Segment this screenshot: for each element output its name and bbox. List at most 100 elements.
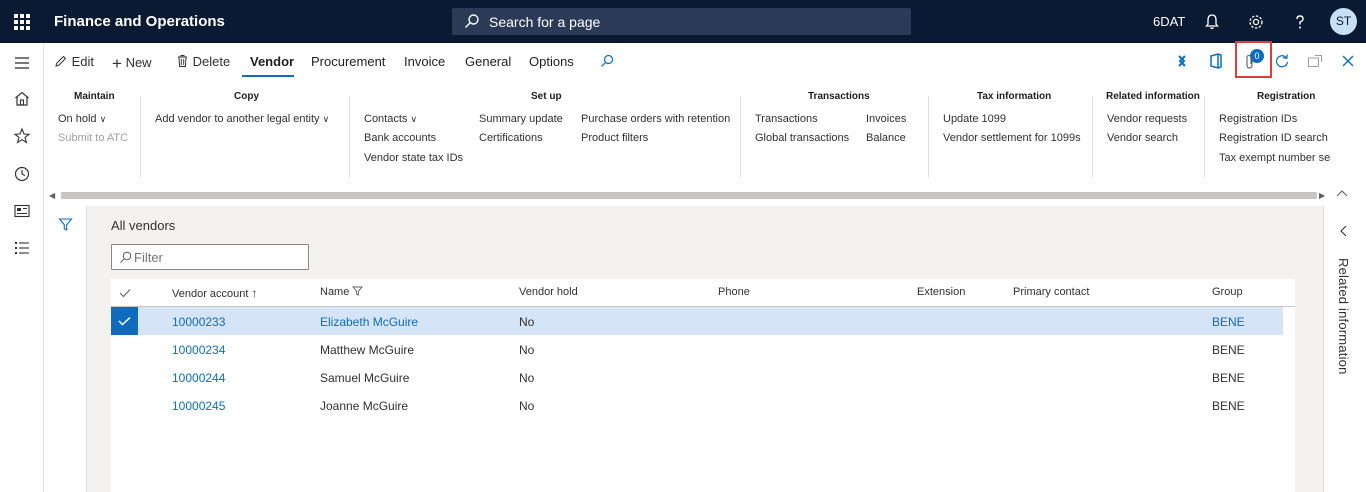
- app-title[interactable]: Finance and Operations: [54, 13, 225, 30]
- scroll-right-icon[interactable]: ▶: [1319, 191, 1325, 200]
- group-divider: [1204, 96, 1205, 178]
- vendor-state-tax-button[interactable]: Vendor state tax IDs: [364, 152, 463, 164]
- column-header-extension[interactable]: Extension: [917, 286, 965, 298]
- vendor-account-link[interactable]: 10000244: [172, 371, 225, 385]
- main-content: All vendors Vendor account ↑ Name Vendor…: [87, 206, 1323, 492]
- global-transactions-button[interactable]: Global transactions: [755, 132, 849, 144]
- company-selector[interactable]: 6DAT: [1153, 14, 1185, 29]
- chevron-up-icon[interactable]: [1336, 189, 1348, 197]
- group-divider: [140, 96, 141, 178]
- edit-label: Edit: [71, 54, 95, 69]
- tab-vendor[interactable]: Vendor: [250, 54, 294, 69]
- table-row[interactable]: 10000244 Samuel McGuire No BENE: [111, 363, 1283, 391]
- ribbon-scrollbar[interactable]: ◀ ▶: [49, 189, 1327, 201]
- star-icon[interactable]: [12, 126, 32, 146]
- vendor-name[interactable]: Elizabeth McGuire: [320, 315, 418, 329]
- tab-procurement[interactable]: Procurement: [311, 54, 385, 69]
- add-vendor-menu[interactable]: Add vendor to another legal entity ∨: [155, 113, 329, 125]
- product-filters-button[interactable]: Product filters: [581, 132, 648, 144]
- vendor-account-link[interactable]: 10000234: [172, 343, 225, 357]
- home-icon[interactable]: [12, 89, 32, 109]
- group-divider: [349, 96, 350, 178]
- bank-accounts-button[interactable]: Bank accounts: [364, 132, 436, 144]
- search-bar[interactable]: Search for a page: [452, 8, 911, 35]
- delete-button[interactable]: Delete: [176, 54, 230, 69]
- office-icon[interactable]: [1209, 53, 1223, 69]
- certifications-button[interactable]: Certifications: [479, 132, 543, 144]
- modules-list-icon[interactable]: [12, 238, 32, 258]
- row-selected-checkbox[interactable]: [111, 307, 138, 335]
- table-row[interactable]: 10000233 Elizabeth McGuire No BENE: [111, 307, 1283, 335]
- po-retention-button[interactable]: Purchase orders with retention: [581, 113, 730, 125]
- tab-general[interactable]: General: [465, 54, 511, 69]
- hamburger-icon[interactable]: [12, 53, 32, 73]
- filter-field[interactable]: [111, 244, 309, 270]
- trash-icon: [178, 55, 187, 67]
- new-button[interactable]: + New: [112, 54, 152, 74]
- on-hold-menu[interactable]: On hold ∨: [58, 113, 106, 125]
- column-header-vendor-hold[interactable]: Vendor hold: [519, 286, 578, 298]
- vendor-name[interactable]: Matthew McGuire: [320, 343, 414, 357]
- vendor-hold[interactable]: No: [519, 343, 534, 357]
- vendor-group[interactable]: BENE: [1212, 343, 1245, 357]
- balance-button[interactable]: Balance: [866, 132, 906, 144]
- vendor-account-link[interactable]: 10000245: [172, 399, 225, 413]
- vendor-group[interactable]: BENE: [1212, 371, 1245, 385]
- tax-exempt-button[interactable]: Tax exempt number sea: [1219, 152, 1331, 164]
- vendors-grid: Vendor account ↑ Name Vendor hold Phone …: [111, 279, 1295, 492]
- registration-id-search-button[interactable]: Registration ID search: [1219, 132, 1328, 144]
- add-vendor-label: Add vendor to another legal entity: [155, 113, 320, 125]
- tab-invoice[interactable]: Invoice: [404, 54, 445, 69]
- table-row[interactable]: 10000245 Joanne McGuire No BENE: [111, 391, 1283, 419]
- related-information-pane[interactable]: Related information: [1323, 206, 1366, 492]
- transactions-button[interactable]: Transactions: [755, 113, 818, 125]
- filter-icon[interactable]: [58, 217, 73, 232]
- column-header-primary-contact[interactable]: Primary contact: [1013, 286, 1089, 298]
- new-label: New: [125, 55, 152, 70]
- search-icon[interactable]: [600, 54, 614, 68]
- vendor-name[interactable]: Joanne McGuire: [320, 399, 408, 413]
- column-header-vendor-account[interactable]: Vendor account ↑: [172, 286, 258, 300]
- avatar[interactable]: ST: [1330, 8, 1357, 35]
- contacts-menu[interactable]: Contacts ∨: [364, 113, 417, 125]
- vendor-account-link[interactable]: 10000233: [172, 315, 225, 329]
- refresh-icon[interactable]: [1274, 53, 1290, 69]
- registration-ids-button[interactable]: Registration IDs: [1219, 113, 1297, 125]
- vendor-hold[interactable]: No: [519, 315, 534, 329]
- chevron-down-icon: ∨: [322, 114, 330, 124]
- app-launcher-icon[interactable]: [14, 14, 30, 30]
- bell-icon[interactable]: [1202, 12, 1222, 32]
- vendor-settlement-button[interactable]: Vendor settlement for 1099s: [943, 132, 1081, 144]
- workspace-icon[interactable]: [12, 201, 32, 221]
- chevron-left-icon[interactable]: [1339, 225, 1347, 237]
- vendor-group[interactable]: BENE: [1212, 399, 1245, 413]
- vendor-requests-button[interactable]: Vendor requests: [1107, 113, 1187, 125]
- vendor-name[interactable]: Samuel McGuire: [320, 371, 409, 385]
- gear-icon[interactable]: [1246, 12, 1266, 32]
- invoices-button[interactable]: Invoices: [866, 113, 906, 125]
- summary-update-button[interactable]: Summary update: [479, 113, 563, 125]
- update-1099-button[interactable]: Update 1099: [943, 113, 1006, 125]
- filter-input[interactable]: [134, 248, 304, 266]
- submit-atc-button[interactable]: Submit to ATC: [58, 132, 128, 144]
- close-icon[interactable]: [1342, 55, 1354, 67]
- column-header-group[interactable]: Group: [1212, 286, 1243, 298]
- vendor-hold[interactable]: No: [519, 371, 534, 385]
- connected-apps-icon[interactable]: [1175, 55, 1189, 67]
- table-row[interactable]: 10000234 Matthew McGuire No BENE: [111, 335, 1283, 363]
- vendor-group[interactable]: BENE: [1212, 315, 1245, 329]
- vendor-hold[interactable]: No: [519, 399, 534, 413]
- related-information-label[interactable]: Related information: [1336, 258, 1351, 375]
- help-icon[interactable]: [1290, 12, 1310, 32]
- tab-options[interactable]: Options: [529, 54, 574, 69]
- select-all-checkmark-icon[interactable]: [119, 288, 131, 298]
- scrollbar-thumb[interactable]: [61, 192, 1317, 199]
- vendor-search-button[interactable]: Vendor search: [1107, 132, 1178, 144]
- column-header-name[interactable]: Name: [320, 286, 364, 298]
- edit-button[interactable]: Edit: [54, 54, 94, 69]
- open-new-window-icon[interactable]: [1307, 54, 1323, 68]
- scroll-left-icon[interactable]: ◀: [49, 191, 55, 200]
- clock-icon[interactable]: [12, 164, 32, 184]
- contacts-label: Contacts: [364, 113, 408, 125]
- column-header-phone[interactable]: Phone: [718, 286, 750, 298]
